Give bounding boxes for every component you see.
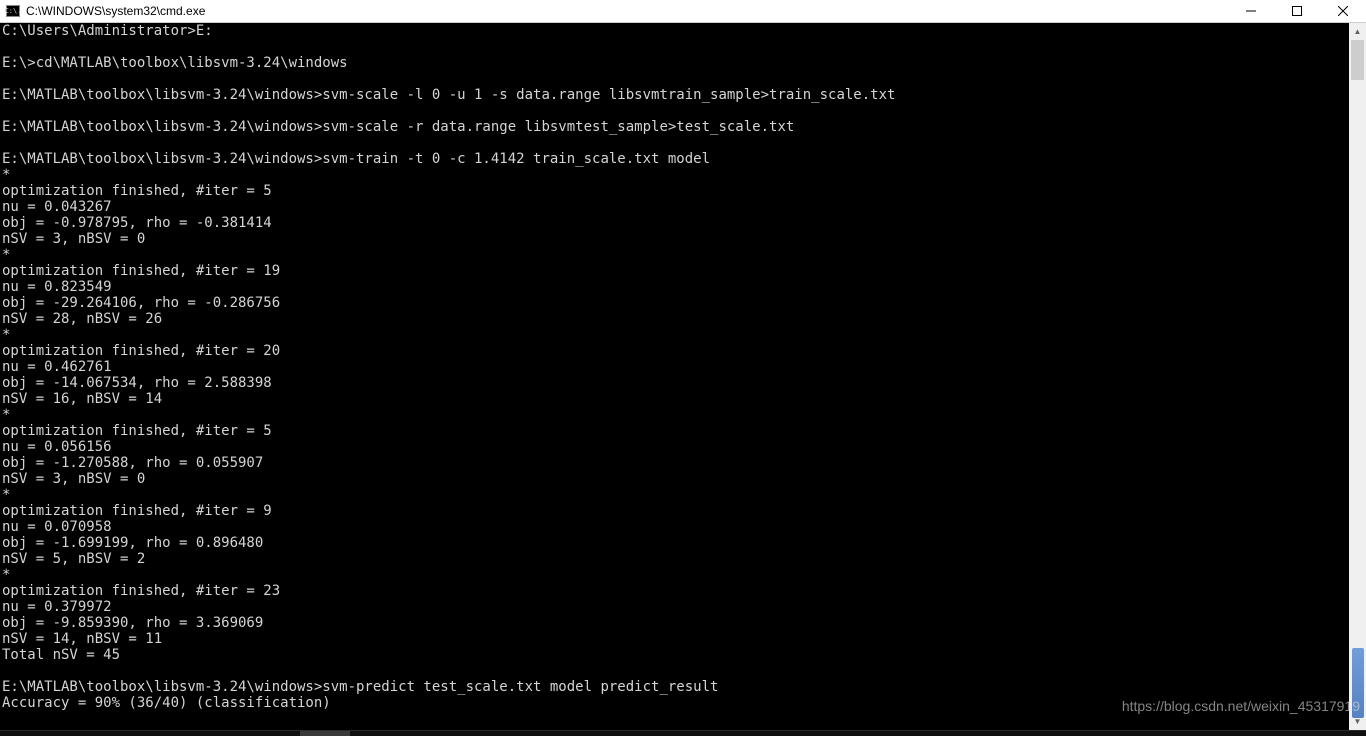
taskbar-highlight bbox=[300, 731, 350, 736]
terminal-output[interactable]: C:\Users\Administrator>E: E:\>cd\MATLAB\… bbox=[0, 23, 1349, 730]
close-button[interactable] bbox=[1320, 0, 1366, 22]
cmd-icon: C:\. bbox=[6, 5, 20, 17]
window-title: C:\WINDOWS\system32\cmd.exe bbox=[26, 4, 205, 18]
cmd-window: C:\. C:\WINDOWS\system32\cmd.exe C:\User… bbox=[0, 0, 1366, 736]
window-controls bbox=[1228, 0, 1366, 22]
side-widget-icon bbox=[1352, 648, 1364, 718]
scroll-up-arrow[interactable]: ▲ bbox=[1349, 23, 1366, 40]
vertical-scrollbar[interactable]: ▲ ▼ bbox=[1349, 23, 1366, 730]
taskbar-strip bbox=[0, 730, 1366, 736]
scroll-track[interactable] bbox=[1349, 40, 1366, 713]
minimize-button[interactable] bbox=[1228, 0, 1274, 22]
maximize-button[interactable] bbox=[1274, 0, 1320, 22]
title-bar[interactable]: C:\. C:\WINDOWS\system32\cmd.exe bbox=[0, 0, 1366, 23]
title-bar-left: C:\. C:\WINDOWS\system32\cmd.exe bbox=[6, 4, 205, 18]
scroll-thumb[interactable] bbox=[1351, 40, 1364, 80]
terminal-area: C:\Users\Administrator>E: E:\>cd\MATLAB\… bbox=[0, 23, 1366, 730]
